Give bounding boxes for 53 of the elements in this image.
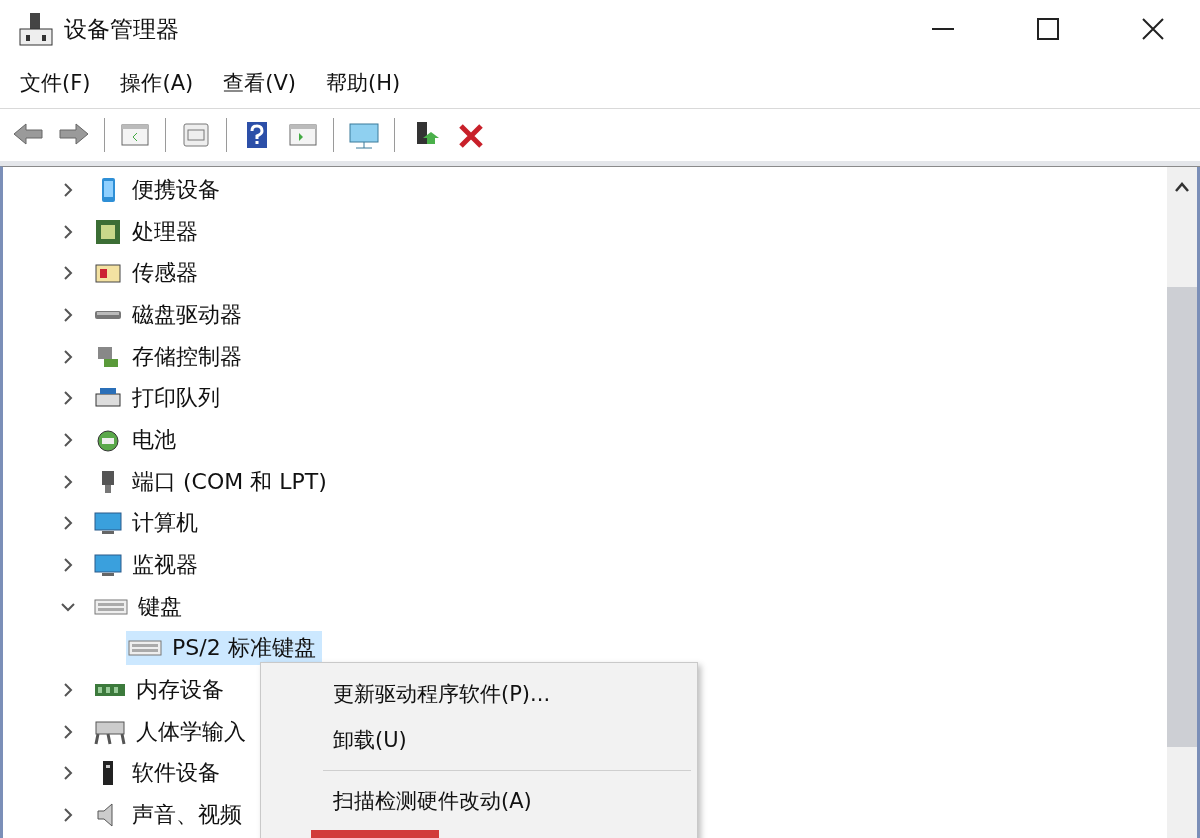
tree-item[interactable]: 便携设备 (92, 172, 226, 207)
window-title: 设备管理器 (64, 14, 180, 44)
tree-item[interactable]: 电池 (92, 422, 182, 457)
tree-item-label: 键盘 (138, 592, 182, 621)
app-icon (18, 11, 54, 47)
menu-item[interactable]: 文件(F) (20, 69, 91, 97)
context-menu-item[interactable]: 扫描检测硬件改动(A) (261, 778, 697, 824)
tree-item[interactable]: PS/2 标准键盘 (126, 631, 322, 666)
tree-item[interactable]: 处理器 (92, 214, 204, 249)
tree-item[interactable]: 内存设备 (92, 673, 230, 708)
tree-item-label: 处理器 (132, 217, 198, 246)
tree-item-label: 便携设备 (132, 175, 220, 204)
device-icon (94, 596, 128, 617)
tree-item[interactable]: 软件设备 (92, 756, 226, 791)
scroll-up-icon[interactable] (1174, 181, 1190, 193)
tree-item[interactable]: 存储控制器 (92, 339, 248, 374)
minimize-icon (931, 28, 954, 30)
tree-item[interactable]: 监视器 (92, 548, 204, 583)
tree-item-label: 计算机 (132, 509, 198, 538)
tree-item-label: 传感器 (132, 259, 198, 288)
monitor-icon (348, 120, 380, 150)
tree-item-label: 内存设备 (136, 676, 224, 705)
properties-icon (180, 120, 212, 150)
tree-item[interactable]: 声音、视频 (92, 798, 248, 833)
tree-item-label: 电池 (132, 425, 176, 454)
tree-item-label: 人体学输入 (136, 717, 246, 746)
device-icon (94, 309, 122, 320)
scrollbar-thumb[interactable] (1167, 287, 1197, 747)
keyboard-icon (128, 638, 162, 659)
menu-item[interactable]: 查看(V) (223, 69, 296, 97)
tree-item[interactable]: 磁盘驱动器 (92, 297, 248, 332)
maximize-icon (1036, 18, 1059, 40)
tree-item[interactable]: 端口 (COM 和 LPT) (92, 464, 333, 499)
tree-item[interactable]: 人体学输入 (92, 714, 252, 749)
tree-item-label: 磁盘驱动器 (132, 300, 242, 329)
context-menu-item[interactable]: 卸载(U) (261, 717, 697, 763)
tree-item-label: 监视器 (132, 551, 198, 580)
tree-item-label: 存储控制器 (132, 342, 242, 371)
close-icon (1141, 18, 1164, 40)
tree-item-label: 软件设备 (132, 759, 220, 788)
tree-item-label: 打印队列 (132, 384, 220, 413)
tree-item[interactable]: 传感器 (92, 256, 204, 291)
tree-item-label: 端口 (COM 和 LPT) (132, 467, 327, 496)
device-icon (94, 217, 122, 246)
menu-item[interactable]: 操作(A) (120, 69, 194, 97)
tree-item[interactable]: 打印队列 (92, 381, 226, 416)
context-menu-item[interactable]: 更新驱动程序软件(P)... (261, 671, 697, 717)
tree-item[interactable]: 计算机 (92, 506, 204, 541)
scrollbar[interactable] (1167, 167, 1200, 838)
tree-item[interactable]: 键盘 (92, 589, 188, 624)
tree-item-label: 声音、视频 (132, 801, 242, 830)
tree-item-label: PS/2 标准键盘 (172, 634, 316, 663)
menu-item[interactable]: 帮助(H) (326, 69, 401, 97)
